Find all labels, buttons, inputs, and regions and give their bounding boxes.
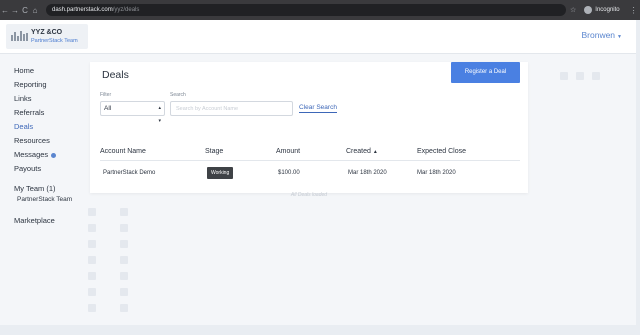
cell-amount: $100.00 xyxy=(278,170,300,176)
column-header-expected-close[interactable]: Expected Close xyxy=(417,148,466,155)
user-name: Bronwen xyxy=(581,30,616,40)
cell-account-name: PartnerStack Demo xyxy=(103,170,156,176)
incognito-label: Incognito xyxy=(595,7,620,13)
table-divider xyxy=(100,160,520,161)
caret-down-icon: ▼ xyxy=(617,34,622,40)
sidebar-item-payouts[interactable]: Payouts xyxy=(14,164,41,173)
column-header-amount[interactable]: Amount xyxy=(276,148,300,155)
cell-expected-close: Mar 18th 2020 xyxy=(417,170,456,176)
column-header-label: Created xyxy=(346,148,371,155)
brand-logo[interactable]: YYZ &CO PartnerStack Team xyxy=(6,24,88,49)
filter-label: Filter xyxy=(100,92,112,98)
user-menu[interactable]: Bronwen ▼ xyxy=(581,30,622,40)
stage-badge: Working xyxy=(207,167,234,179)
sidebar-item-referrals[interactable]: Referrals xyxy=(14,108,44,117)
back-icon[interactable]: ← xyxy=(0,6,10,15)
brand-team: PartnerStack Team xyxy=(31,38,78,44)
cell-created: Mar 18th 2020 xyxy=(348,170,387,176)
register-deal-button[interactable]: Register a Deal xyxy=(451,62,520,83)
column-header-stage[interactable]: Stage xyxy=(205,148,223,155)
brand-logo-icon xyxy=(11,31,31,41)
address-bar[interactable]: dash.partnerstack.com/yyz/deals xyxy=(46,4,566,16)
column-header-account-name[interactable]: Account Name xyxy=(100,148,146,155)
home-icon[interactable]: ⌂ xyxy=(30,6,40,15)
deals-card: Deals Register a Deal Filter All ▴ ▾ Sear… xyxy=(90,62,528,198)
url-path: /yyz/deals xyxy=(112,7,140,13)
sidebar-item-marketplace[interactable]: Marketplace xyxy=(14,216,55,225)
reload-icon[interactable]: C xyxy=(20,6,30,15)
clear-search-link[interactable]: Clear Search xyxy=(299,104,337,113)
incognito-indicator[interactable]: Incognito xyxy=(584,6,620,14)
brand-name: YYZ &CO xyxy=(31,29,63,36)
search-label: Search xyxy=(170,92,186,98)
footer-note: All Deals loaded xyxy=(290,192,328,198)
column-header-created[interactable]: Created ▲ xyxy=(346,148,378,155)
url-host: dash.partnerstack.com xyxy=(52,7,113,13)
sidebar-team-member[interactable]: PartnerStack Team xyxy=(17,196,72,203)
sidebar-item-reporting[interactable]: Reporting xyxy=(14,80,47,89)
page-title: Deals xyxy=(102,69,129,81)
star-icon[interactable]: ☆ xyxy=(570,6,576,14)
sidebar-team-heading[interactable]: My Team (1) xyxy=(14,184,56,193)
app-window: YYZ &CO PartnerStack Team Bronwen ▼ Home … xyxy=(0,20,636,325)
sidebar-item-home[interactable]: Home xyxy=(14,66,34,75)
select-chevron-icon: ▴ ▾ xyxy=(158,105,161,124)
incognito-icon xyxy=(584,6,593,14)
filter-select[interactable]: All ▴ ▾ xyxy=(100,101,165,124)
search-input[interactable] xyxy=(170,101,293,116)
sidebar-item-links[interactable]: Links xyxy=(14,94,32,103)
browser-menu-icon[interactable]: ⋮ xyxy=(630,6,638,15)
sort-ascending-icon: ▲ xyxy=(372,149,378,155)
forward-icon[interactable]: → xyxy=(10,6,20,15)
top-bar: YYZ &CO PartnerStack Team Bronwen ▼ xyxy=(0,20,636,54)
filter-value: All xyxy=(104,105,112,112)
sidebar-item-resources[interactable]: Resources xyxy=(14,136,50,145)
unread-dot xyxy=(51,152,57,158)
browser-toolbar: ← → C ⌂ dash.partnerstack.com/yyz/deals … xyxy=(0,0,640,20)
sidebar-item-label: Messages xyxy=(14,150,49,159)
sidebar-item-messages[interactable]: Messages xyxy=(14,150,57,159)
sidebar: Home Reporting Links Referrals Deals Res… xyxy=(0,54,90,325)
sidebar-item-deals[interactable]: Deals xyxy=(14,122,33,131)
